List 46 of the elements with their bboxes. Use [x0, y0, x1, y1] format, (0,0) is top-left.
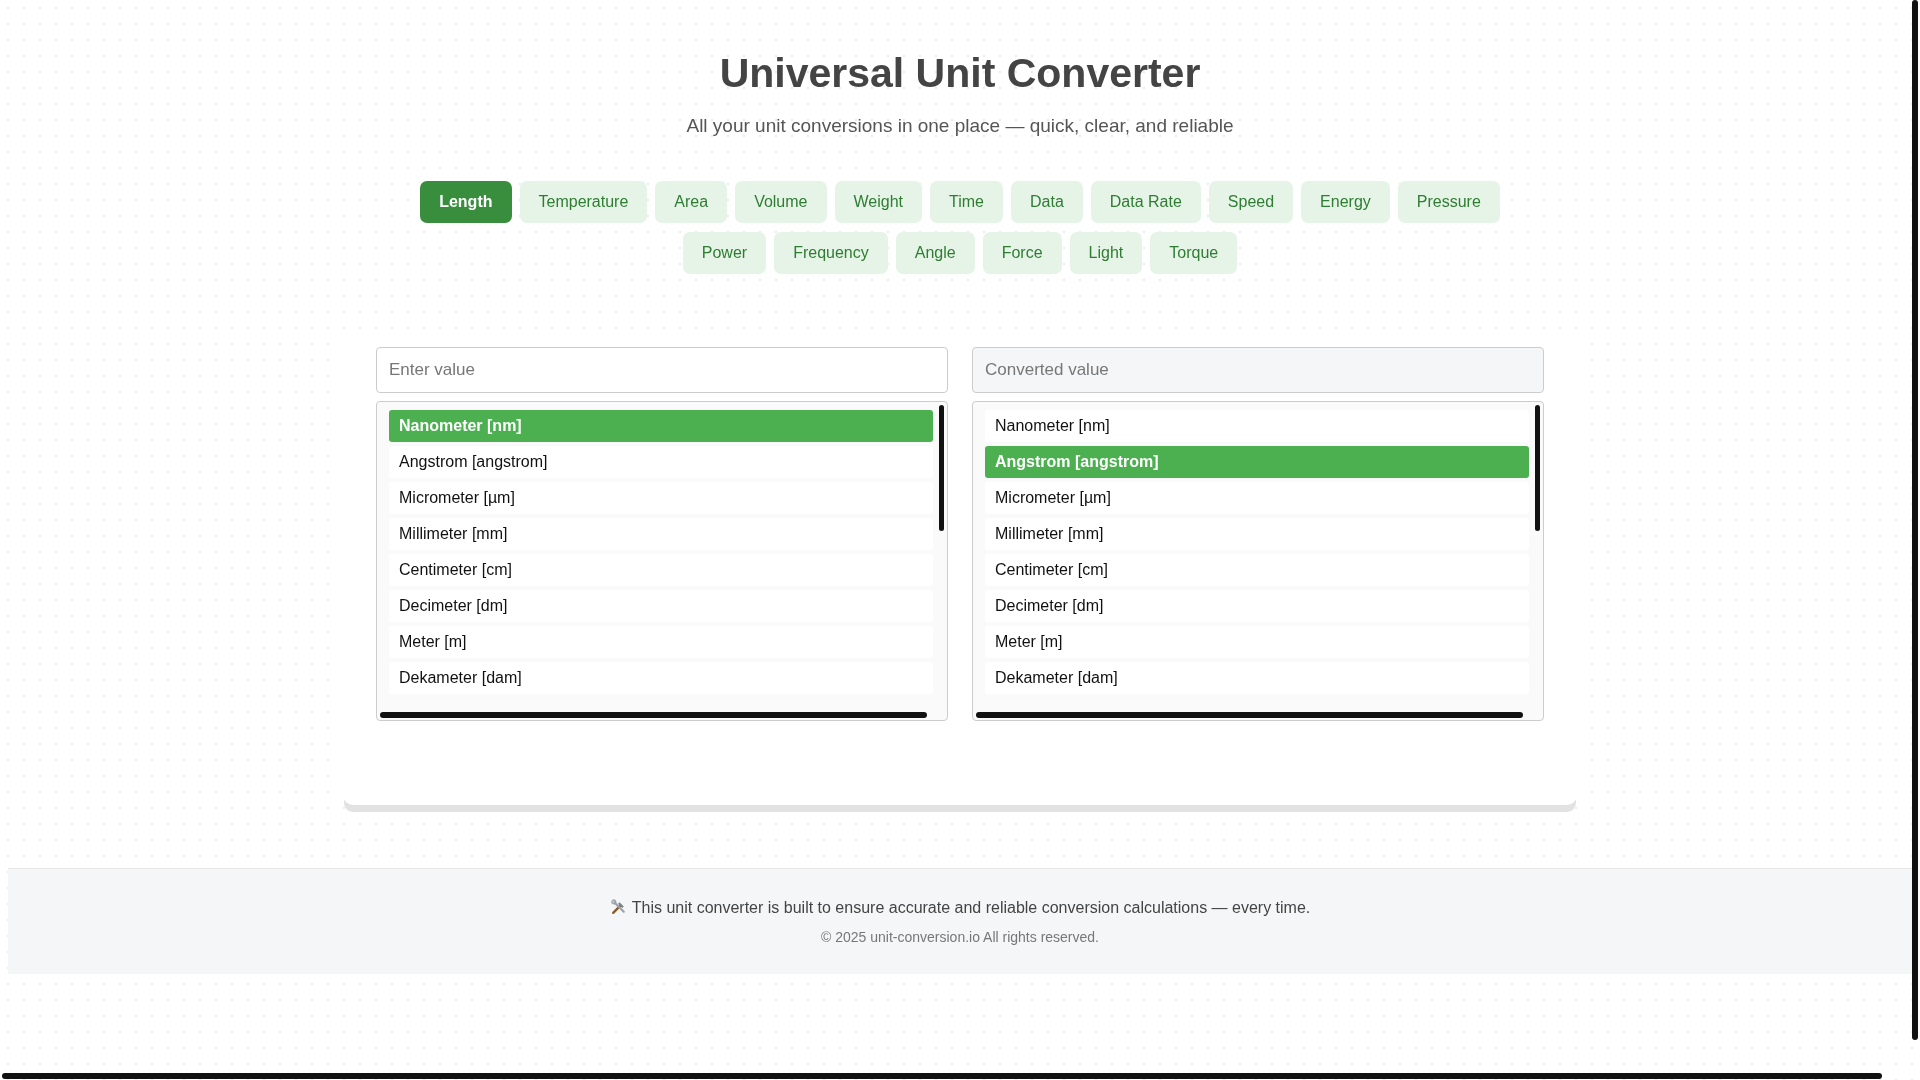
unit-option[interactable]: Micrometer [µm] — [389, 482, 933, 514]
page-scrollbar[interactable] — [2, 1073, 1882, 1079]
unit-option[interactable]: Dekameter [dam] — [985, 662, 1529, 694]
unit-option[interactable]: Centimeter [cm] — [985, 554, 1529, 586]
scrollbar-thumb[interactable] — [380, 712, 927, 718]
category-tab[interactable]: Length — [420, 181, 512, 223]
unit-option[interactable]: Decimeter [dm] — [389, 590, 933, 622]
page-title: Universal Unit Converter — [718, 50, 1202, 97]
category-tab[interactable]: Power — [682, 232, 767, 274]
category-tab[interactable]: Volume — [735, 181, 827, 223]
category-tab[interactable]: Angle — [895, 232, 975, 274]
scrollbar-thumb[interactable] — [939, 405, 944, 531]
unit-option[interactable]: Meter [m] — [389, 626, 933, 658]
unit-option[interactable]: Decimeter [dm] — [985, 590, 1529, 622]
scrollbar-thumb[interactable] — [1535, 405, 1540, 531]
category-tab[interactable]: Area — [655, 181, 728, 223]
category-tab[interactable]: Data Rate — [1090, 181, 1201, 223]
copyright-text: © 2025 unit-conversion.io All rights reserved. — [821, 928, 1099, 945]
result-field[interactable]: Converted value — [972, 347, 1544, 393]
category-tab[interactable]: Temperature — [519, 181, 648, 223]
category-tab[interactable]: Speed — [1208, 181, 1294, 223]
page-subtitle: All your unit conversions in one place — quick, clear, and reliable — [685, 115, 1235, 137]
unit-option[interactable]: Angstrom [angstrom] — [985, 446, 1529, 478]
unit-option[interactable]: Millimeter [mm] — [389, 518, 933, 550]
category-tab[interactable]: Pressure — [1397, 181, 1500, 223]
category-tab[interactable]: Time — [930, 181, 1003, 223]
footer-note: This unit converter is built to ensure accurate and reliable conversion calculations — every time. — [631, 898, 1311, 917]
tools-icon — [609, 899, 627, 916]
unit-option[interactable]: Millimeter [mm] — [985, 518, 1529, 550]
category-tab[interactable]: Weight — [834, 181, 922, 223]
unit-option[interactable]: Meter [m] — [985, 626, 1529, 658]
page-scrollbar[interactable] — [1912, 0, 1918, 1040]
category-tab[interactable]: Data — [1011, 181, 1083, 223]
category-tab[interactable]: Torque — [1150, 232, 1238, 274]
scrollbar-thumb[interactable] — [976, 712, 1523, 718]
unit-option[interactable]: Micrometer [µm] — [985, 482, 1529, 514]
category-tab[interactable]: Force — [982, 232, 1062, 274]
category-tab[interactable]: Light — [1069, 232, 1143, 274]
unit-option[interactable]: Nanometer [nm] — [389, 410, 933, 442]
category-tab[interactable]: Energy — [1301, 181, 1390, 223]
unit-option[interactable]: Dekameter [dam] — [389, 662, 933, 694]
category-tab[interactable]: Frequency — [774, 232, 888, 274]
unit-option[interactable]: Angstrom [angstrom] — [389, 446, 933, 478]
unit-option[interactable]: Centimeter [cm] — [389, 554, 933, 586]
value-field[interactable]: Enter value — [376, 347, 948, 393]
unit-option[interactable]: Nanometer [nm] — [985, 410, 1529, 442]
